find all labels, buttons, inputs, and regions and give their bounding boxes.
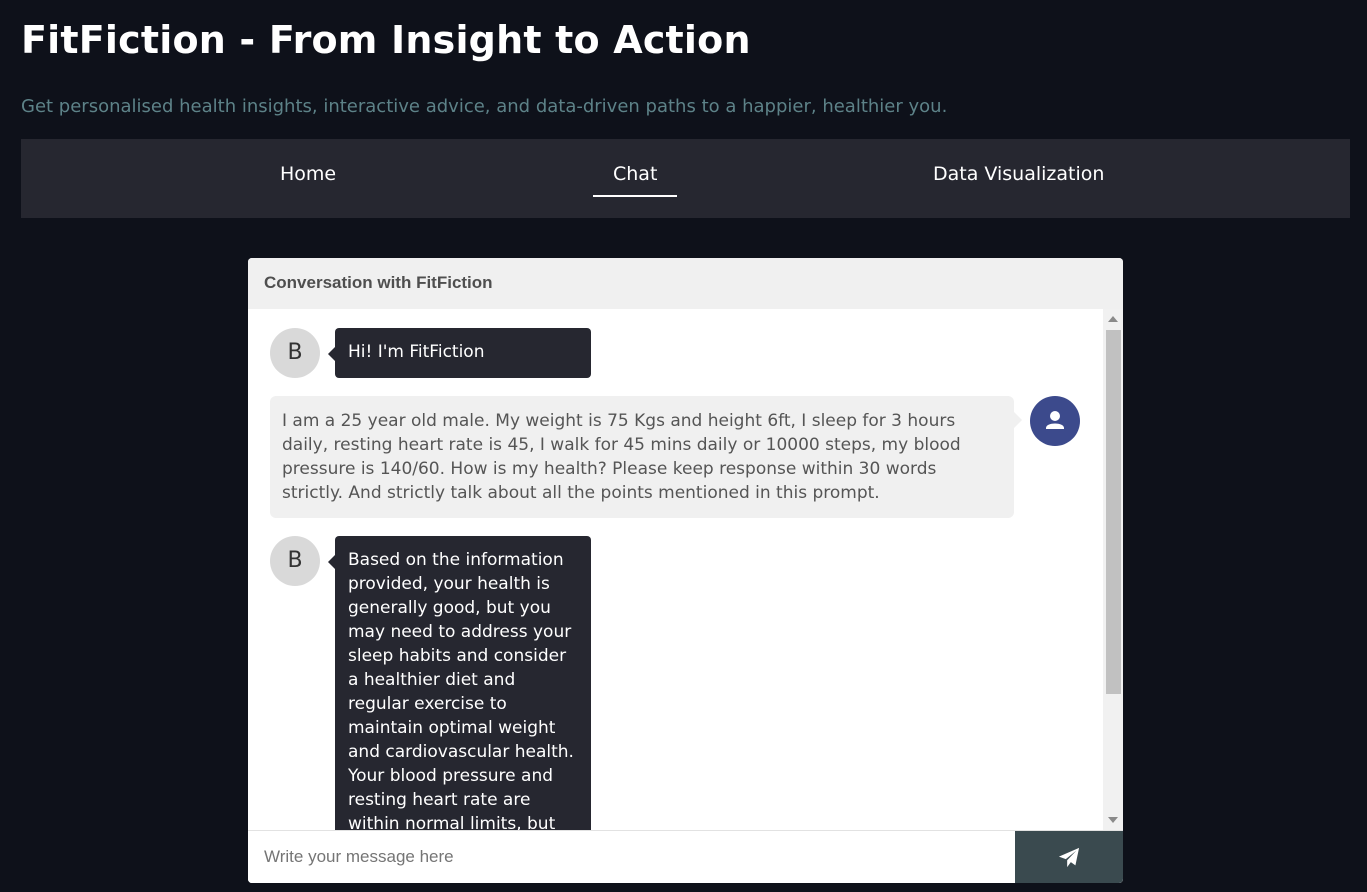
chat-scrollbar[interactable] xyxy=(1103,309,1123,830)
send-button[interactable] xyxy=(1015,831,1123,883)
nav-bar: Home Chat Data Visualization xyxy=(21,139,1350,218)
chat-header: Conversation with FitFiction xyxy=(248,258,1123,309)
bot-avatar: B xyxy=(270,536,320,586)
page-subtitle: Get personalised health insights, intera… xyxy=(21,96,948,117)
tab-data-visualization[interactable]: Data Visualization xyxy=(933,139,1104,218)
message-composer xyxy=(248,830,1123,883)
bot-message: Based on the information provided, your … xyxy=(328,536,591,830)
chat-panel: Conversation with FitFiction B Hi! I'm F… xyxy=(248,258,1123,883)
bot-avatar: B xyxy=(270,328,320,378)
scroll-up-arrow-icon[interactable] xyxy=(1108,316,1118,322)
bot-message: Hi! I'm FitFiction xyxy=(328,328,591,378)
user-message: I am a 25 year old male. My weight is 75… xyxy=(270,396,1022,518)
user-icon xyxy=(1046,411,1064,429)
tab-chat[interactable]: Chat xyxy=(592,139,679,218)
paper-plane-icon xyxy=(1058,847,1080,867)
chat-messages[interactable]: B Hi! I'm FitFiction I am a 25 year old … xyxy=(248,309,1123,830)
message-input[interactable] xyxy=(248,831,1015,883)
page-title: FitFiction - From Insight to Action xyxy=(21,18,751,62)
scroll-down-arrow-icon[interactable] xyxy=(1108,817,1118,823)
user-avatar xyxy=(1030,396,1080,446)
scroll-thumb[interactable] xyxy=(1106,330,1121,694)
tab-home[interactable]: Home xyxy=(280,139,336,218)
